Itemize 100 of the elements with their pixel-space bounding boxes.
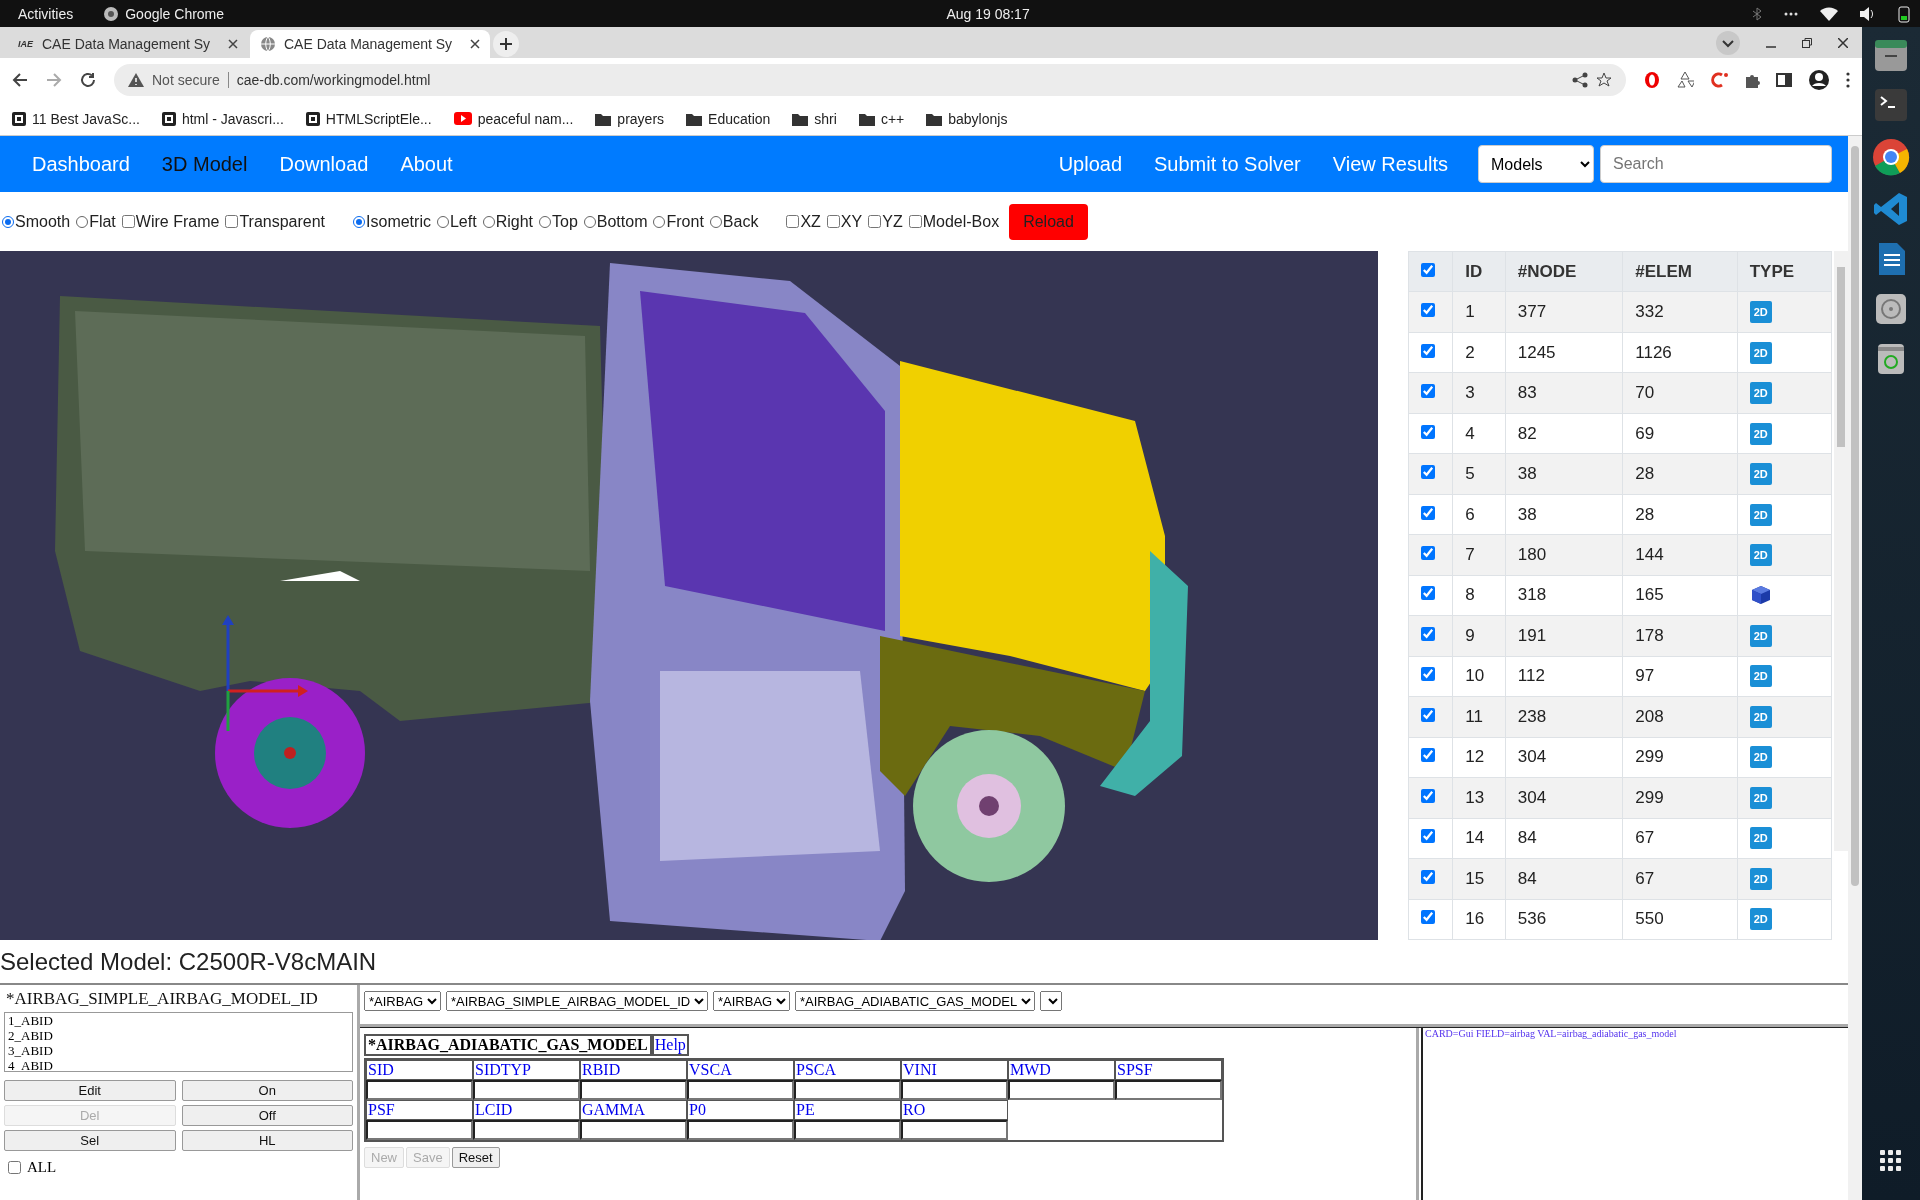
side-panel-icon[interactable]	[1776, 72, 1792, 88]
profile-icon[interactable]	[1808, 69, 1830, 91]
radio-button[interactable]	[482, 215, 495, 228]
star-icon[interactable]	[1596, 72, 1612, 88]
panel-button[interactable]: Edit	[4, 1080, 176, 1101]
panel-button[interactable]: On	[181, 1080, 353, 1101]
nav-link[interactable]: Submit to Solver	[1138, 144, 1317, 184]
input-field[interactable]	[580, 1080, 687, 1100]
radio-button[interactable]	[76, 215, 89, 228]
input-field[interactable]	[473, 1120, 580, 1140]
browser-tab[interactable]: IAE CAE Data Management Sy	[8, 30, 248, 58]
models-dropdown[interactable]: Models	[1478, 145, 1594, 183]
input-field[interactable]	[1008, 1080, 1115, 1100]
radio-button[interactable]	[2, 215, 14, 228]
dropdown[interactable]: *AIRBAG	[713, 991, 790, 1011]
dropdown[interactable]: *AIRBAG_SIMPLE_AIRBAG_MODEL_ID	[446, 991, 708, 1011]
bookmark[interactable]: prayers	[617, 110, 665, 127]
terminal-icon[interactable]	[1873, 87, 1909, 123]
row-checkbox[interactable]	[1421, 910, 1435, 925]
extension-c-icon[interactable]	[1710, 71, 1728, 89]
share-icon[interactable]	[1572, 72, 1588, 88]
input-field[interactable]	[1115, 1080, 1222, 1100]
dropdown[interactable]: *AIRBAG_ADIABATIC_GAS_MODEL	[795, 991, 1035, 1011]
reload-button[interactable]: Reload	[1009, 203, 1088, 240]
card-button[interactable]: Reset	[451, 1147, 500, 1168]
nav-link[interactable]: Dashboard	[16, 144, 146, 184]
input-field[interactable]	[901, 1080, 1008, 1100]
clock[interactable]: Aug 19 08:17	[946, 5, 1030, 22]
row-checkbox[interactable]	[1421, 626, 1435, 641]
radio-button[interactable]	[583, 215, 596, 228]
close-icon[interactable]	[1838, 37, 1848, 48]
panel-button[interactable]: HL	[181, 1130, 353, 1151]
dropdown[interactable]	[1040, 991, 1062, 1011]
address-bar[interactable]: Not secure cae-db.com/workingmodel.html	[114, 64, 1626, 96]
bookmark[interactable]: html - Javascri...	[181, 110, 284, 127]
bookmark[interactable]: c++	[880, 110, 905, 127]
radio-button[interactable]	[653, 215, 666, 228]
checkbox[interactable]	[826, 215, 840, 228]
checkbox[interactable]	[868, 215, 882, 228]
close-icon[interactable]	[470, 39, 480, 49]
chrome-icon[interactable]	[1871, 137, 1911, 177]
scrollbar[interactable]	[1834, 251, 1848, 851]
menu-icon[interactable]	[1846, 72, 1850, 88]
row-checkbox[interactable]	[1421, 667, 1435, 682]
row-checkbox[interactable]	[1421, 748, 1435, 763]
scrollbar[interactable]	[1848, 136, 1862, 1200]
row-checkbox[interactable]	[1421, 343, 1435, 358]
row-checkbox[interactable]	[1421, 424, 1435, 439]
row-checkbox[interactable]	[1421, 707, 1435, 722]
3d-viewport[interactable]	[0, 251, 1378, 940]
row-checkbox[interactable]	[1421, 586, 1435, 601]
files-icon[interactable]	[1873, 37, 1909, 73]
restore-icon[interactable]	[1802, 37, 1812, 48]
row-checkbox[interactable]	[1421, 788, 1435, 803]
row-checkbox[interactable]	[1421, 505, 1435, 520]
close-icon[interactable]	[228, 39, 238, 49]
input-field[interactable]	[473, 1080, 580, 1100]
code-editor-icon[interactable]	[1873, 191, 1909, 227]
nav-link[interactable]: Upload	[1042, 144, 1139, 184]
app-name[interactable]: Google Chrome	[125, 5, 225, 22]
checkbox[interactable]	[121, 215, 135, 228]
activities-button[interactable]: Activities	[18, 5, 74, 22]
radio-button[interactable]	[539, 215, 551, 228]
input-field[interactable]	[794, 1120, 901, 1140]
row-checkbox[interactable]	[1421, 465, 1435, 480]
radio-button[interactable]	[436, 215, 449, 228]
bookmark[interactable]: shri	[814, 110, 837, 127]
input-field[interactable]	[901, 1120, 1008, 1140]
checkbox[interactable]	[225, 215, 239, 228]
input-field[interactable]	[687, 1080, 794, 1100]
browser-tab[interactable]: CAE Data Management Sy	[250, 30, 490, 58]
puzzle-icon[interactable]	[1744, 72, 1760, 88]
search-field[interactable]: Search	[1600, 145, 1832, 183]
row-checkbox[interactable]	[1421, 384, 1435, 399]
recycle-icon[interactable]	[1676, 71, 1694, 89]
opera-icon[interactable]	[1644, 71, 1660, 89]
keyword-listbox[interactable]: 1_ABID 2_ABID 3_ABID 4_ABID	[4, 1012, 353, 1072]
radio-button[interactable]	[353, 215, 366, 228]
row-checkbox[interactable]	[1421, 303, 1435, 318]
panel-button[interactable]: Sel	[4, 1130, 176, 1151]
dropdown[interactable]: *AIRBAG	[364, 991, 441, 1011]
row-checkbox[interactable]	[1421, 869, 1435, 884]
checkbox[interactable]	[8, 1161, 21, 1174]
tab-search-icon[interactable]	[1716, 30, 1740, 55]
select-all-checkbox[interactable]	[1421, 262, 1435, 277]
input-field[interactable]	[366, 1120, 473, 1140]
bookmark[interactable]: HTMLScriptEle...	[325, 110, 432, 127]
bookmark[interactable]: 11 Best JavaSc...	[32, 110, 140, 127]
bookmark[interactable]: babylonjs	[948, 110, 1008, 127]
radio-button[interactable]	[709, 215, 722, 228]
row-checkbox[interactable]	[1421, 546, 1435, 560]
checkbox[interactable]	[908, 215, 922, 228]
reload-icon[interactable]	[80, 72, 96, 88]
app-grid-icon[interactable]	[1880, 1150, 1902, 1172]
nav-link[interactable]: Download	[263, 144, 385, 184]
input-field[interactable]	[794, 1080, 901, 1100]
nav-link[interactable]: View Results	[1316, 144, 1464, 184]
help-link[interactable]: Help	[651, 1034, 689, 1056]
input-field[interactable]	[366, 1080, 473, 1100]
bookmark[interactable]: peaceful nam...	[477, 110, 574, 127]
